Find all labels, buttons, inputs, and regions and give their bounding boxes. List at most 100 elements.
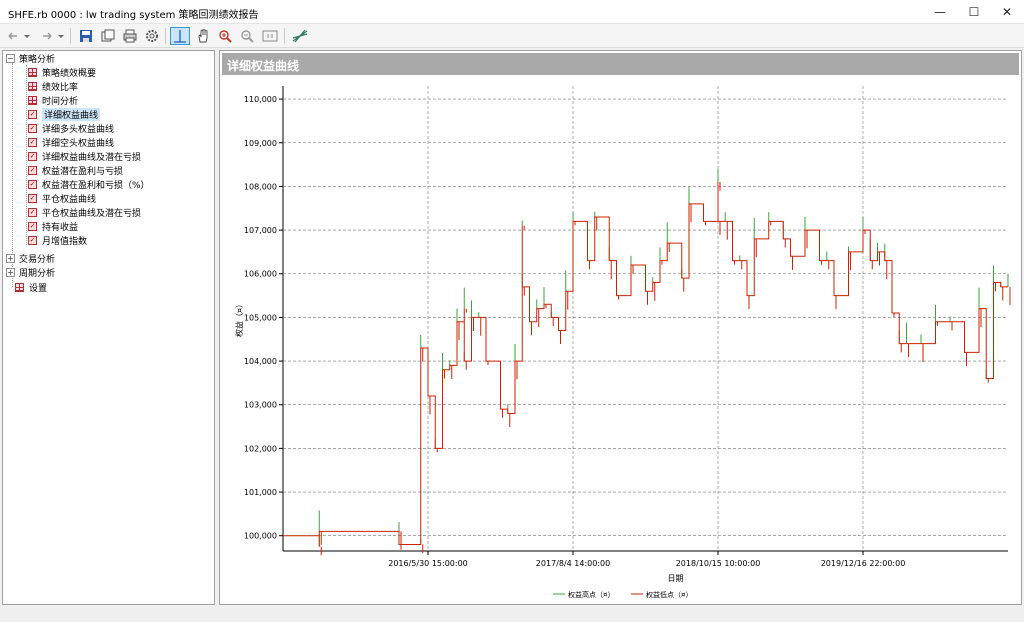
y-tick-label: 108,000 — [244, 182, 277, 191]
y-tick-label: 102,000 — [244, 444, 277, 453]
chart-item-icon: ✓ — [28, 221, 37, 231]
minimize-button[interactable]: — — [923, 0, 957, 24]
legend-label-high: 权益高点（¤） — [568, 590, 614, 599]
chart-icon — [292, 29, 308, 43]
y-tick-label: 107,000 — [244, 226, 277, 235]
chart-item-icon: ✓ — [28, 123, 37, 133]
tree-item-label: 详细权益曲线及潜在亏损 — [42, 152, 142, 163]
navigation-tree: − 策略分析 策略绩效概要 绩效比率 时间分析 ✓ 详细权益曲线 ✓ 详细多头权益曲… — [2, 50, 215, 605]
y-tick-label: 104,000 — [244, 357, 277, 366]
tree-item-label: 详细权益曲线 — [42, 107, 101, 121]
crosshair-button[interactable] — [170, 27, 190, 45]
minimize-icon: — — [934, 5, 946, 19]
expand-icon[interactable]: + — [6, 267, 15, 277]
tree-item-equity-curve[interactable]: ✓ 详细权益曲线 — [28, 107, 101, 121]
toolbar-separator — [70, 28, 71, 44]
y-tick-label: 105,000 — [244, 313, 277, 322]
chart-item-icon: ✓ — [28, 137, 37, 147]
y-axis-label: 权益（¤） — [234, 300, 244, 337]
pan-button[interactable] — [194, 27, 212, 45]
toolbar-separator — [284, 28, 285, 44]
tree-item-label: 权益潜在盈利和亏损（%） — [42, 180, 150, 191]
back-icon — [8, 32, 17, 40]
tree-item-label: 平仓权益曲线 — [42, 194, 97, 205]
tree-node-strategy-analysis[interactable]: − 策略分析 — [6, 51, 55, 65]
tree-item-label: 详细空头权益曲线 — [42, 138, 115, 149]
x-tick-label: 2018/10/15 10:00:00 — [676, 559, 761, 568]
window-title: SHFE.rb 0000 : lw trading system 策略回测绩效报… — [8, 10, 259, 21]
print-button[interactable] — [121, 27, 139, 45]
tree-node-label: 周期分析 — [19, 268, 56, 279]
tree-item-label: 绩效比率 — [42, 82, 79, 93]
tree-item-equity-drawdown[interactable]: ✓ 详细权益曲线及潜在亏损 — [28, 149, 141, 163]
maximize-button[interactable]: ☐ — [957, 0, 991, 24]
save-icon — [80, 30, 92, 42]
forward-icon — [43, 32, 52, 40]
tree-item-label: 持有收益 — [42, 222, 79, 233]
collapse-icon[interactable]: − — [6, 53, 15, 63]
title-bar: SHFE.rb 0000 : lw trading system 策略回测绩效报… — [0, 0, 1024, 24]
table-icon — [28, 81, 37, 91]
settings-button[interactable] — [143, 27, 161, 45]
tree-item-ratios[interactable]: 绩效比率 — [28, 79, 78, 93]
equity-chart[interactable]: 100,000 101,000 102,000 103,000 104,000 105,0… — [220, 51, 1021, 604]
table-icon — [28, 95, 37, 105]
forward-dropdown[interactable] — [56, 27, 66, 45]
zoom-out-icon — [241, 30, 254, 43]
tree-item-label: 详细多头权益曲线 — [42, 124, 115, 135]
open-icon — [101, 29, 115, 42]
settings-icon — [146, 30, 158, 42]
save-button[interactable] — [77, 27, 95, 45]
tree-connector — [26, 65, 27, 245]
print-icon — [123, 29, 137, 43]
legend-label-low: 权益低点（¤） — [646, 590, 692, 599]
tree-item-holding-return[interactable]: ✓ 持有收益 — [28, 219, 78, 233]
tree-item-potential-pnl[interactable]: ✓ 权益潜在盈利与亏损 — [28, 163, 123, 177]
chart-panel: 详细权益曲线 100,000 101,000 102,000 103,000 104,0… — [219, 50, 1022, 605]
zoom-in-button[interactable] — [216, 27, 234, 45]
tree-node-trade-analysis[interactable]: + 交易分析 — [6, 251, 55, 265]
open-button[interactable] — [99, 27, 117, 45]
x-tick-label: 2017/8/4 14:00:00 — [536, 559, 610, 568]
tree-item-label: 平仓权益曲线及潜在亏损 — [42, 208, 142, 219]
y-tick-label: 103,000 — [244, 401, 277, 410]
tree-item-time-analysis[interactable]: 时间分析 — [28, 93, 78, 107]
tree-item-settings[interactable]: 设置 — [15, 280, 47, 294]
tree-item-potential-pnl-pct[interactable]: ✓ 权益潜在盈利和亏损（%） — [28, 177, 150, 191]
chart-item-icon: ✓ — [28, 109, 37, 119]
tree-node-period-analysis[interactable]: + 周期分析 — [6, 265, 55, 279]
tree-item-closed-equity-drawdown[interactable]: ✓ 平仓权益曲线及潜在亏损 — [28, 205, 141, 219]
table-icon — [15, 282, 24, 292]
forward-button[interactable] — [38, 27, 56, 45]
chart-item-icon: ✓ — [28, 193, 37, 203]
table-icon — [28, 67, 37, 77]
tree-item-monthly-index[interactable]: ✓ 月增值指数 — [28, 233, 87, 247]
y-tick-label: 101,000 — [244, 488, 277, 497]
dropdown-icon — [58, 35, 64, 38]
tree-item-summary[interactable]: 策略绩效概要 — [28, 65, 96, 79]
chart-item-icon: ✓ — [28, 207, 37, 217]
y-tick-label: 106,000 — [244, 270, 277, 279]
zoom-out-button[interactable] — [238, 27, 256, 45]
tree-item-long-equity[interactable]: ✓ 详细多头权益曲线 — [28, 121, 114, 135]
chart-item-icon: ✓ — [28, 165, 37, 175]
expand-icon[interactable]: + — [6, 253, 15, 263]
maximize-icon: ☐ — [968, 5, 980, 19]
y-tick-label: 100,000 — [244, 532, 277, 541]
chart-item-icon: ✓ — [28, 235, 37, 245]
status-bar — [0, 607, 1024, 622]
tree-item-label: 时间分析 — [42, 96, 79, 107]
back-dropdown[interactable] — [22, 27, 32, 45]
y-tick-label: 109,000 — [244, 139, 277, 148]
x-tick-label: 2019/12/16 22:00:00 — [821, 559, 906, 568]
tree-item-closed-equity[interactable]: ✓ 平仓权益曲线 — [28, 191, 96, 205]
chart-item-icon: ✓ — [28, 179, 37, 189]
x-tick-label: 2016/5/30 15:00:00 — [388, 559, 468, 568]
tree-item-short-equity[interactable]: ✓ 详细空头权益曲线 — [28, 135, 114, 149]
tree-node-label: 交易分析 — [19, 254, 56, 265]
back-button[interactable] — [4, 27, 22, 45]
close-button[interactable]: ✕ — [990, 0, 1024, 24]
chart-item-icon: ✓ — [28, 151, 37, 161]
fit-button[interactable] — [260, 27, 280, 45]
chart-button[interactable] — [290, 27, 310, 45]
